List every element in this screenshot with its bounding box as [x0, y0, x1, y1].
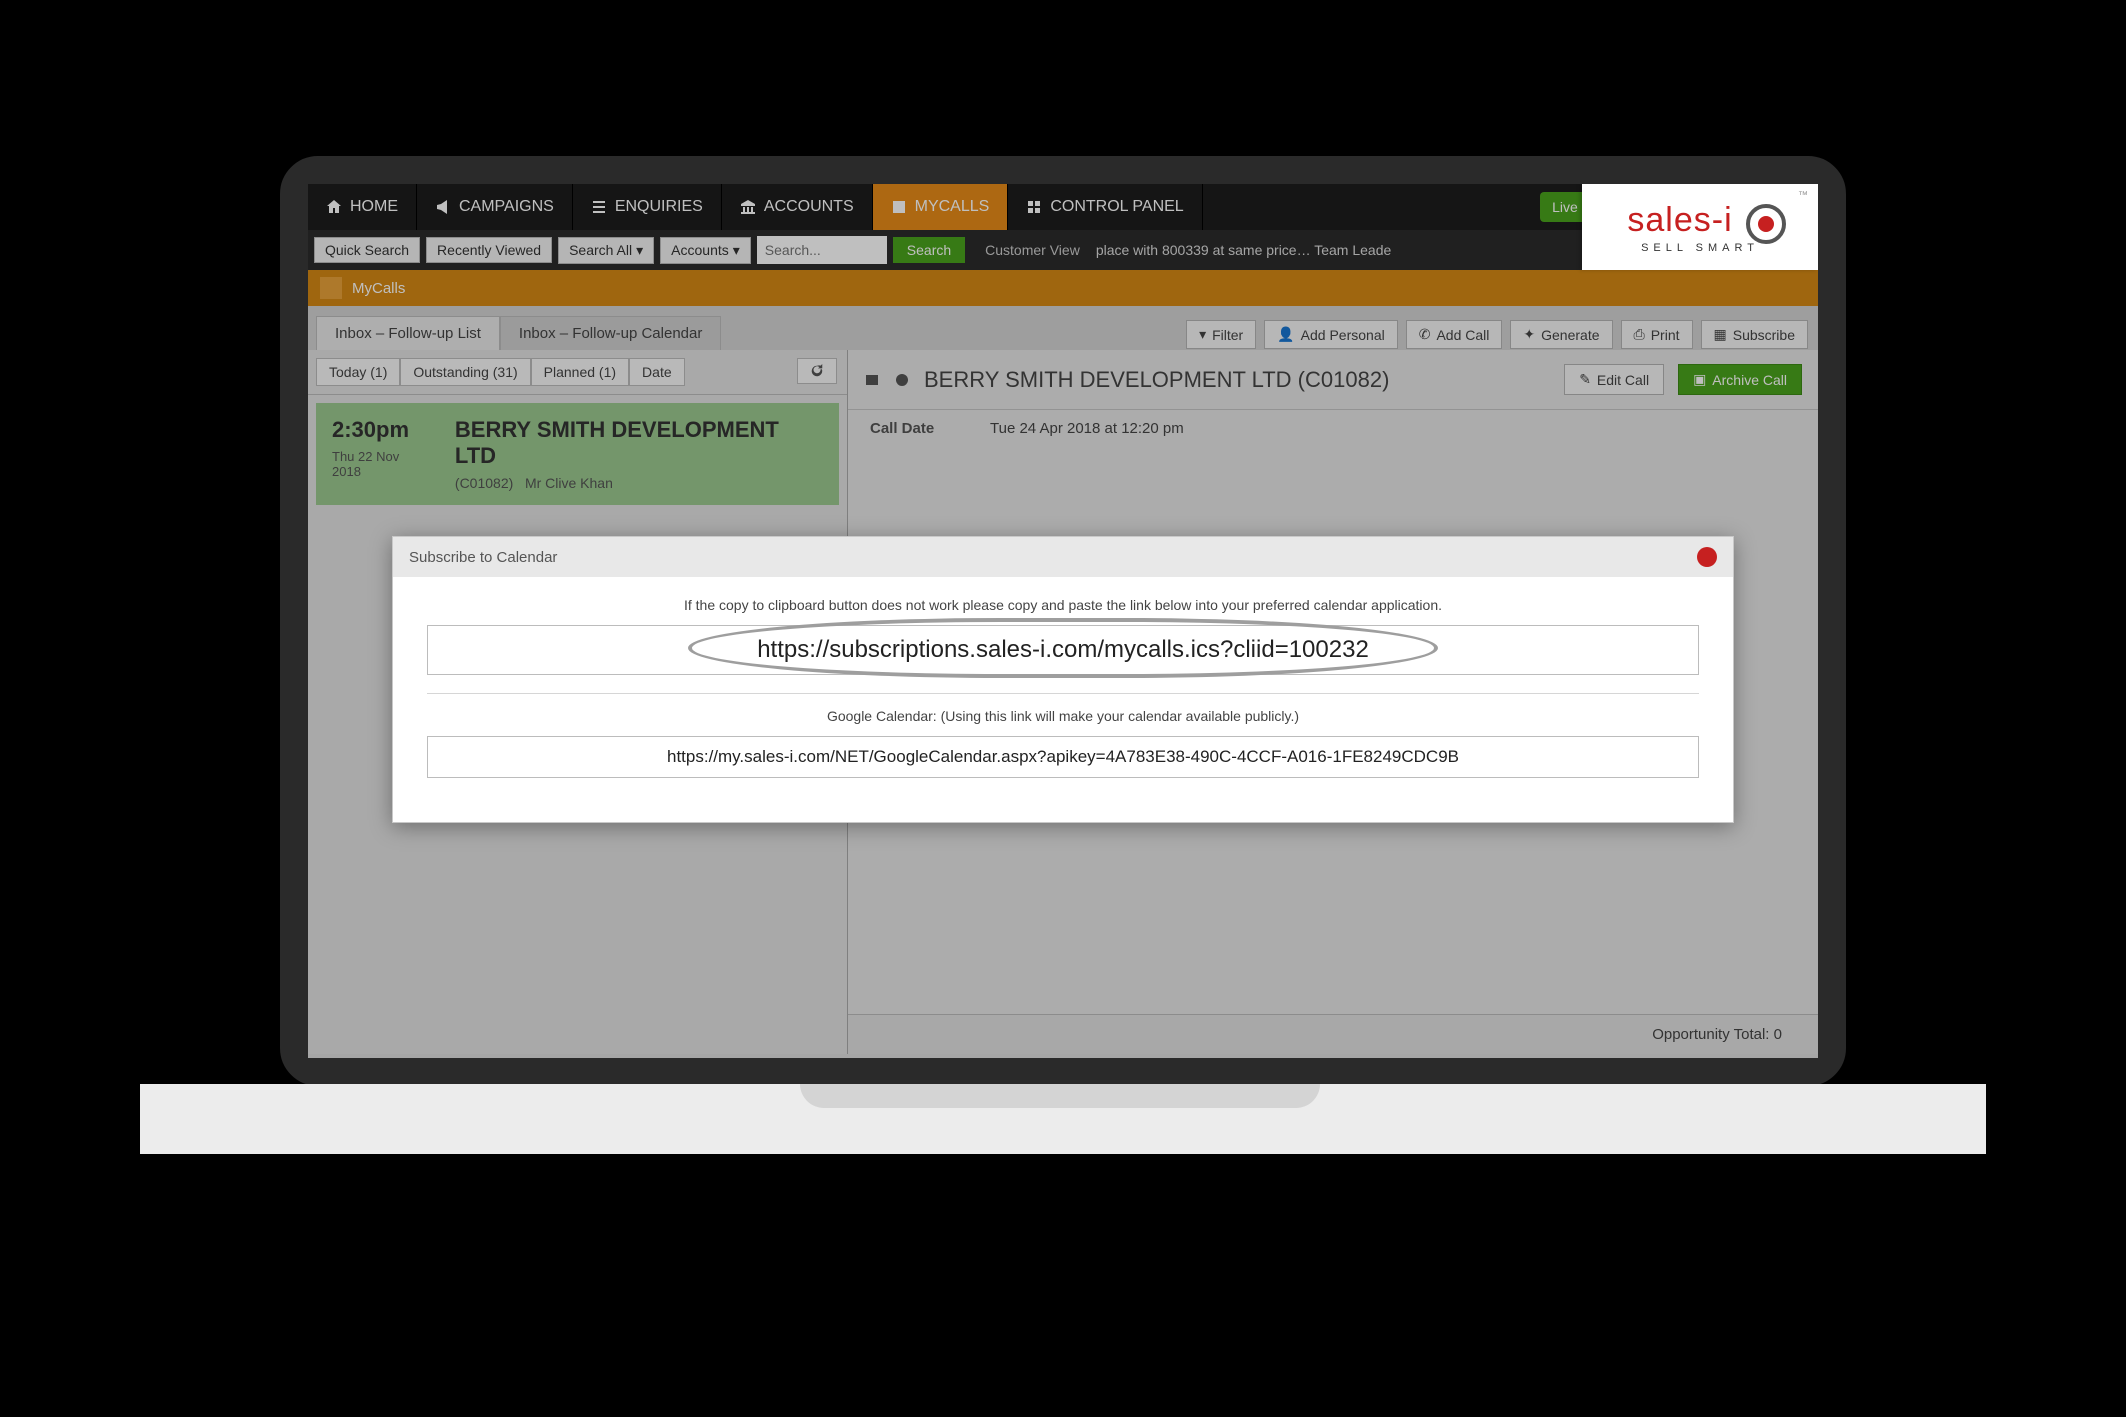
nav-control-label: CONTROL PANEL	[1050, 198, 1183, 216]
filter-outstanding[interactable]: Outstanding (31)	[400, 358, 530, 386]
modal-instruction-1: If the copy to clipboard button does not…	[427, 597, 1699, 613]
generate-button[interactable]: ✦Generate	[1510, 320, 1612, 349]
refresh-icon	[810, 364, 824, 378]
wand-icon: ✦	[1523, 326, 1535, 343]
nav-mycalls-label: MYCALLS	[915, 198, 990, 216]
logo-tagline: SELL SMART	[1641, 242, 1759, 254]
filter-date[interactable]: Date	[629, 358, 685, 386]
modal-instruction-2: Google Calendar: (Using this link will m…	[427, 708, 1699, 724]
subscribe-modal: Subscribe to Calendar If the copy to cli…	[392, 536, 1734, 823]
archive-icon: ▣	[1693, 371, 1706, 388]
modal-close-button[interactable]	[1697, 547, 1717, 567]
filter-today[interactable]: Today (1)	[316, 358, 400, 386]
company-icon	[864, 372, 880, 388]
breadcrumb-label: MyCalls	[352, 280, 405, 297]
calendar-icon	[320, 277, 342, 299]
modal-title: Subscribe to Calendar	[409, 549, 557, 566]
list-icon	[591, 199, 607, 215]
nav-mycalls[interactable]: MYCALLS	[873, 184, 1009, 230]
pencil-icon: ✎	[1579, 371, 1591, 388]
call-time: 2:30pm	[332, 417, 431, 443]
add-personal-button[interactable]: 👤Add Personal	[1264, 320, 1398, 349]
ics-url: https://subscriptions.sales-i.com/mycall…	[757, 636, 1369, 663]
home-icon	[326, 199, 342, 215]
call-date: Thu 22 Nov 2018	[332, 449, 431, 479]
ics-url-box[interactable]: https://subscriptions.sales-i.com/mycall…	[427, 625, 1699, 675]
accounts-dropdown[interactable]: Accounts▾	[660, 237, 751, 264]
call-date-value: Tue 24 Apr 2018 at 12:20 pm	[990, 420, 1184, 437]
megaphone-icon	[435, 199, 451, 215]
breadcrumb: MyCalls	[308, 270, 1818, 306]
filter-row: Today (1) Outstanding (31) Planned (1) D…	[308, 350, 847, 395]
add-call-button[interactable]: ✆Add Call	[1406, 320, 1503, 349]
phone-icon: ✆	[1419, 326, 1431, 343]
nav-campaigns[interactable]: CAMPAIGNS	[417, 184, 573, 230]
nav-home[interactable]: HOME	[308, 184, 417, 230]
filter-button[interactable]: ▾Filter	[1186, 320, 1256, 349]
bank-icon	[740, 199, 756, 215]
search-input[interactable]	[757, 236, 887, 264]
detail-title: BERRY SMITH DEVELOPMENT LTD (C01082)	[924, 367, 1550, 393]
logo-eye-icon	[1746, 204, 1786, 244]
brand-logo: sales-i SELL SMART ™	[1582, 184, 1818, 270]
print-button[interactable]: ⎙Print	[1621, 320, 1693, 349]
filter-planned[interactable]: Planned (1)	[531, 358, 629, 386]
nav-accounts[interactable]: ACCOUNTS	[722, 184, 873, 230]
calendar-icon	[891, 199, 907, 215]
news-ticker: place with 800339 at same price… Team Le…	[1096, 242, 1391, 258]
google-url-box[interactable]: https://my.sales-i.com/NET/GoogleCalenda…	[427, 736, 1699, 778]
quick-search-button[interactable]: Quick Search	[314, 237, 420, 263]
nav-enquiries-label: ENQUIRIES	[615, 198, 703, 216]
call-date-label: Call Date	[870, 420, 990, 437]
calendar-icon: ▦	[1714, 326, 1727, 343]
funnel-icon: ▾	[1199, 326, 1206, 343]
grid-icon	[1026, 199, 1042, 215]
call-card[interactable]: 2:30pm Thu 22 Nov 2018 BERRY SMITH DEVEL…	[316, 403, 839, 505]
edit-call-button[interactable]: ✎Edit Call	[1564, 364, 1664, 395]
nav-accounts-label: ACCOUNTS	[764, 198, 854, 216]
search-button[interactable]: Search	[893, 237, 965, 263]
tab-followup-list[interactable]: Inbox – Follow-up List	[316, 316, 500, 350]
customer-view-label: Customer View	[985, 242, 1080, 258]
opportunity-total: Opportunity Total: 0	[848, 1014, 1818, 1054]
print-icon: ⎙	[1634, 326, 1645, 343]
call-code: (C01082)	[455, 475, 513, 491]
logo-text: sales-i	[1627, 201, 1732, 240]
call-company: BERRY SMITH DEVELOPMENT LTD	[455, 417, 823, 469]
nav-enquiries[interactable]: ENQUIRIES	[573, 184, 722, 230]
opp-total-value: 0	[1774, 1026, 1782, 1043]
recently-viewed-button[interactable]: Recently Viewed	[426, 237, 552, 263]
call-contact: Mr Clive Khan	[525, 475, 613, 491]
google-url: https://my.sales-i.com/NET/GoogleCalenda…	[667, 747, 1459, 766]
contact-icon	[894, 372, 910, 388]
trademark: ™	[1798, 190, 1808, 201]
laptop-notch	[800, 1084, 1320, 1108]
modal-header: Subscribe to Calendar	[393, 537, 1733, 577]
person-icon: 👤	[1277, 326, 1294, 343]
refresh-button[interactable]	[797, 358, 837, 384]
nav-control-panel[interactable]: CONTROL PANEL	[1008, 184, 1202, 230]
nav-campaigns-label: CAMPAIGNS	[459, 198, 554, 216]
subscribe-button[interactable]: ▦Subscribe	[1701, 320, 1809, 349]
opp-total-label: Opportunity Total:	[1652, 1026, 1769, 1043]
archive-call-button[interactable]: ▣Archive Call	[1678, 364, 1802, 395]
tab-followup-calendar[interactable]: Inbox – Follow-up Calendar	[500, 316, 721, 350]
search-all-dropdown[interactable]: Search All▾	[558, 237, 654, 264]
nav-home-label: HOME	[350, 198, 398, 216]
